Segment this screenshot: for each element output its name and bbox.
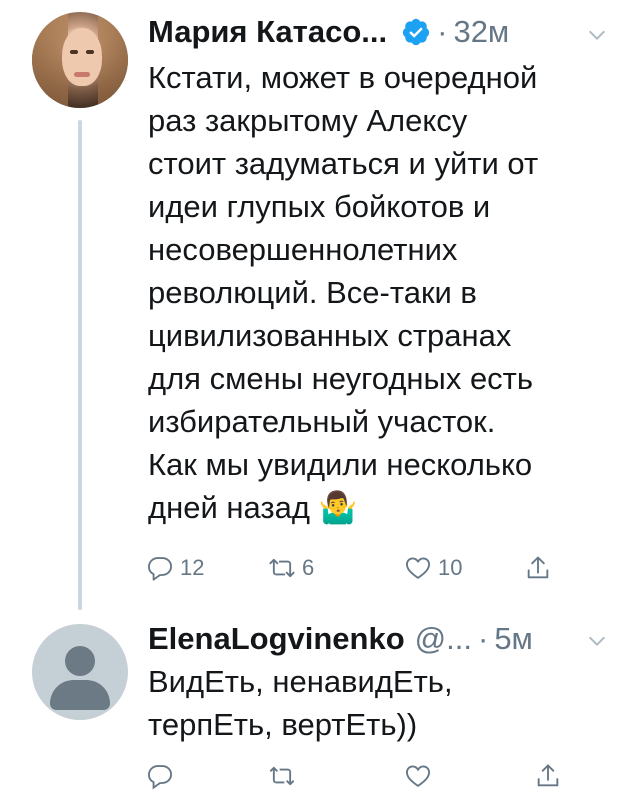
timestamp[interactable]: 32м — [453, 14, 509, 50]
separator-dot: · — [437, 14, 448, 49]
tweet-text-line: идеи глупых бойкотов и — [148, 189, 491, 224]
author-handle[interactable]: @... — [415, 621, 472, 657]
chevron-down-icon[interactable] — [586, 24, 608, 46]
like-count: 10 — [438, 555, 463, 580]
reply-button[interactable]: 12 — [146, 554, 204, 582]
avatar-eye — [86, 50, 94, 54]
tweet-header: ElenaLogvinenko @... · 5м — [148, 621, 533, 657]
tweet-actions — [146, 762, 586, 790]
retweet-count: 6 — [302, 555, 315, 580]
tweet-actions: 12 6 10 — [146, 554, 586, 590]
author-name[interactable]: ElenaLogvinenko — [148, 621, 405, 657]
tweet-text: ВидЕть, ненавидЕть, терпЕть, вертЕть)) — [148, 660, 618, 746]
separator-dot: · — [477, 621, 489, 656]
chevron-down-icon[interactable] — [586, 630, 608, 652]
tweet-text-line: для смены неугодных есть — [148, 361, 534, 396]
tweet-text-line: цивилизованных странах — [148, 318, 512, 353]
avatar-lips — [74, 72, 90, 77]
retweet-icon — [269, 558, 295, 578]
reply-count: 12 — [180, 555, 205, 580]
tweet-text-line: Кстати, может в очередной — [148, 60, 538, 95]
tweet-text-line: ВидЕть, ненавидЕть, — [148, 664, 453, 699]
retweet-icon[interactable] — [268, 762, 296, 790]
reply-icon — [147, 557, 173, 581]
timestamp[interactable]: 5м — [494, 621, 533, 657]
tweet-text-line: несовершеннолетних — [148, 232, 458, 267]
avatar-eye — [70, 50, 78, 54]
tweet-text-line: терпЕть, вертЕть)) — [148, 707, 418, 742]
tweet-header: Мария Катасо... · 32м — [148, 14, 509, 50]
tweet-text: Кстати, может в очередной раз закрытому … — [148, 56, 618, 529]
thread-line — [78, 120, 82, 610]
tweet-text-line: дней назад 🤷‍♂️ — [148, 490, 358, 525]
avatar-face — [62, 28, 102, 86]
like-button[interactable]: 10 — [404, 554, 462, 582]
share-button[interactable] — [524, 554, 552, 582]
tweet-text-line: раз закрытому Алексу — [148, 103, 468, 138]
like-icon — [405, 557, 431, 579]
retweet-button[interactable]: 6 — [268, 554, 314, 582]
share-icon[interactable] — [534, 762, 562, 790]
tweet-text-line: Как мы увидили несколько — [148, 447, 533, 482]
avatar[interactable] — [32, 12, 128, 108]
share-icon — [527, 556, 549, 579]
avatar-body — [50, 680, 110, 710]
avatar-hair-right — [98, 12, 128, 108]
tweet-text-line: избирательный участок. — [148, 404, 496, 439]
tweet-text-line: революций. Все-таки в — [148, 275, 477, 310]
avatar-head — [65, 646, 95, 676]
author-name[interactable]: Мария Катасо... — [148, 14, 387, 50]
verified-badge-icon — [402, 18, 430, 46]
avatar-default[interactable] — [32, 624, 128, 720]
tweet-text-line: стоит задуматься и уйти от — [148, 146, 539, 181]
like-icon[interactable] — [404, 762, 432, 790]
reply-icon[interactable] — [146, 762, 174, 790]
